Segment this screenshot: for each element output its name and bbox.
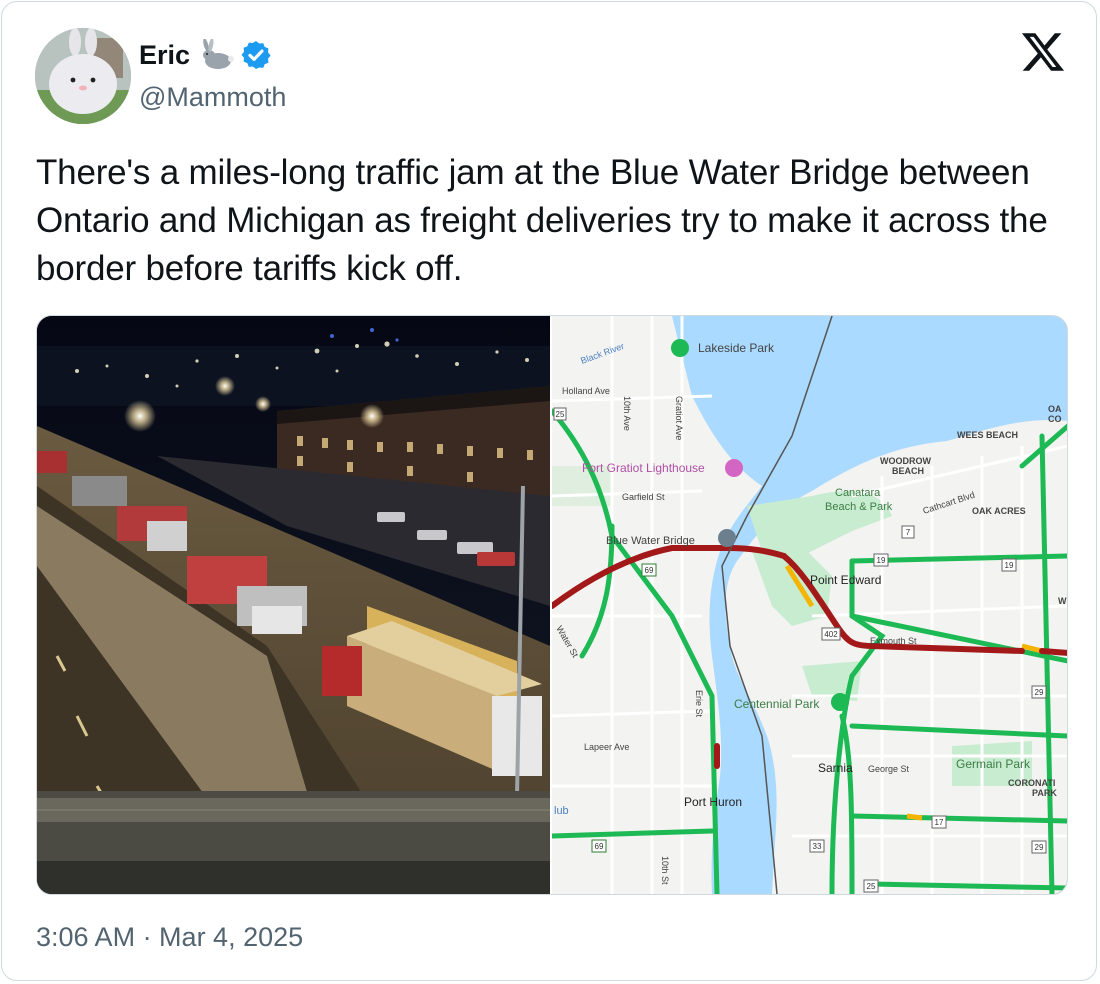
map-label-10th-st: 10th St [660, 856, 670, 885]
media-grid[interactable]: Lakeside Park Black River Holland Ave 10… [36, 315, 1068, 895]
map-label-10th-ave: 10th Ave [622, 396, 632, 431]
shield-7: 7 [906, 528, 911, 537]
map-label-canatara-2: Beach & Park [825, 501, 893, 513]
shield-17: 17 [935, 818, 944, 827]
map-label-w: W [1058, 596, 1067, 606]
map-label-wees-beach: WEES BEACH [957, 430, 1018, 440]
shield-69: 69 [645, 566, 654, 575]
map-label-garfield-st: Garfield St [622, 492, 665, 502]
tweet-card: Eric @Mammoth There's a miles-long traff… [1, 1, 1097, 981]
author-name[interactable]: Eric [139, 40, 190, 71]
map-label-lapeer-ave: Lapeer Ave [584, 742, 629, 752]
map-label-coronation-2: PARK [1032, 788, 1057, 798]
map-label-oa-1: OA [1048, 404, 1062, 414]
map-label-point-edward: Point Edward [810, 573, 881, 587]
shield-402: 402 [824, 630, 838, 639]
author-handle[interactable]: @Mammoth [139, 82, 286, 113]
map-label-gratiot-ave: Gratiot Ave [674, 396, 684, 440]
verified-badge-icon [241, 41, 271, 69]
map-label-centennial-park: Centennial Park [734, 697, 820, 711]
shield-69b: 69 [595, 842, 604, 851]
map-label-lakeside-park: Lakeside Park [698, 341, 775, 355]
map-label-canatara-1: Canatara [835, 487, 881, 499]
map-label-germain-park: Germain Park [956, 757, 1031, 771]
map-label-woodrow-beach-1: WOODROW [880, 456, 931, 466]
map-label-club: lub [554, 805, 569, 817]
map-label-fort-gratiot: Fort Gratiot Lighthouse [582, 461, 705, 475]
shield-29a: 29 [1035, 688, 1044, 697]
map-label-george-st: George St [868, 764, 910, 774]
tweet-timestamp[interactable]: 3:06 AM · Mar 4, 2025 [36, 922, 303, 953]
shield-25: 25 [556, 410, 565, 419]
map-label-coronation-1: CORONATI [1008, 778, 1055, 788]
map-label-blue-water-bridge: Blue Water Bridge [606, 535, 695, 547]
shield-25b: 25 [867, 882, 876, 891]
x-logo-icon[interactable] [1020, 29, 1066, 75]
map-label-erie-st: Erie St [694, 690, 704, 718]
map-label-woodrow-beach-2: BEACH [892, 466, 924, 476]
avatar-image [35, 28, 131, 124]
author-name-row[interactable]: Eric [139, 35, 272, 75]
traffic-map[interactable]: Lakeside Park Black River Holland Ave 10… [552, 316, 1068, 894]
avatar[interactable] [35, 28, 131, 124]
rabbit-icon [203, 39, 235, 69]
map-label-oak-acres: OAK ACRES [972, 506, 1026, 516]
shield-29b: 29 [1035, 843, 1044, 852]
traffic-camera-photo[interactable] [37, 316, 550, 894]
shield-19b: 19 [1005, 561, 1014, 570]
tweet-text: There's a miles-long traffic jam at the … [36, 153, 1048, 288]
shield-19a: 19 [877, 556, 886, 565]
shield-33: 33 [813, 842, 822, 851]
map-label-exmouth-st: Exmouth St [870, 636, 917, 646]
map-label-oa-2: CO [1048, 414, 1062, 424]
map-label-sarnia: Sarnia [818, 761, 853, 775]
map-label-holland-ave: Holland Ave [562, 386, 610, 396]
map-label-port-huron: Port Huron [684, 795, 742, 809]
